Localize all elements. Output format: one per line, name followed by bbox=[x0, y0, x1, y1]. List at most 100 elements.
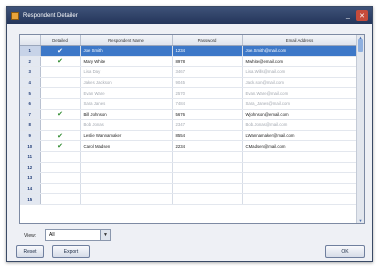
respondent-name-cell[interactable] bbox=[80, 172, 173, 184]
table-row[interactable]: 6 Sara Janes 7484 Sara_Janes@mail.com bbox=[20, 98, 358, 110]
email-cell[interactable]: Joe.Smith@mail.com bbox=[242, 45, 358, 57]
column-header-name[interactable]: Respondent Name bbox=[80, 35, 173, 46]
row-number[interactable]: 13 bbox=[20, 172, 41, 184]
row-number[interactable]: 4 bbox=[20, 77, 41, 89]
chevron-down-icon[interactable]: ▼ bbox=[100, 230, 110, 240]
table-row[interactable]: 1 ✔ Joe Smith 1234 Joe.Smith@mail.com bbox=[20, 45, 358, 57]
password-cell[interactable] bbox=[172, 183, 243, 195]
email-cell[interactable] bbox=[242, 172, 358, 184]
column-header-password[interactable]: Password bbox=[172, 35, 243, 46]
email-cell[interactable]: Wjohnson@email.com bbox=[242, 109, 358, 121]
respondent-name-cell[interactable]: Bob Jonas bbox=[80, 119, 173, 131]
password-cell[interactable]: 8554 bbox=[172, 130, 243, 142]
row-number[interactable]: 10 bbox=[20, 140, 41, 152]
detailed-checkmark-icon[interactable] bbox=[40, 162, 81, 174]
respondent-name-cell[interactable]: Leslie Wannamaker bbox=[80, 130, 173, 142]
table-row[interactable]: 15 bbox=[20, 193, 358, 205]
title-bar[interactable]: Respondent Detailer _ ✕ bbox=[7, 7, 372, 24]
table-row[interactable]: 12 bbox=[20, 162, 358, 174]
email-cell[interactable] bbox=[242, 162, 358, 174]
password-cell[interactable]: 8978 bbox=[172, 56, 243, 68]
minimize-icon[interactable]: _ bbox=[342, 10, 354, 21]
email-cell[interactable] bbox=[242, 183, 358, 195]
email-cell[interactable] bbox=[242, 193, 358, 205]
row-number[interactable]: 14 bbox=[20, 183, 41, 195]
detailed-checkmark-icon[interactable] bbox=[40, 151, 81, 163]
table-row[interactable]: 13 bbox=[20, 172, 358, 184]
email-cell[interactable] bbox=[242, 151, 358, 163]
detailed-checkmark-icon[interactable] bbox=[40, 172, 81, 184]
row-number[interactable]: 11 bbox=[20, 151, 41, 163]
table-row[interactable]: 4 Jakes Jackson 9045 Jack.son@mail.com bbox=[20, 77, 358, 89]
ok-button[interactable]: OK bbox=[325, 245, 365, 258]
password-cell[interactable]: 7484 bbox=[172, 98, 243, 110]
password-cell[interactable]: 1234 bbox=[172, 45, 243, 57]
scrollbar-thumb[interactable] bbox=[358, 39, 363, 52]
row-number[interactable]: 1 bbox=[20, 45, 41, 57]
email-cell[interactable]: Evan.Ware@mail.com bbox=[242, 87, 358, 99]
column-header-email[interactable]: Email Address bbox=[242, 35, 358, 46]
table-row[interactable]: 2 ✔ Mary White 8978 Mwhite@email.com bbox=[20, 56, 358, 68]
row-number[interactable]: 6 bbox=[20, 98, 41, 110]
respondent-name-cell[interactable] bbox=[80, 193, 173, 205]
respondent-name-cell[interactable] bbox=[80, 183, 173, 195]
reset-button[interactable]: Reset bbox=[16, 245, 44, 258]
row-number[interactable]: 12 bbox=[20, 162, 41, 174]
password-cell[interactable]: 9045 bbox=[172, 77, 243, 89]
detailed-checkmark-icon[interactable]: ✔ bbox=[40, 109, 81, 121]
detailed-checkmark-icon[interactable]: ✔ bbox=[40, 45, 81, 57]
password-cell[interactable] bbox=[172, 162, 243, 174]
table-row[interactable]: 7 ✔ Bill Johnson 5676 Wjohnson@email.com bbox=[20, 109, 358, 121]
respondent-name-cell[interactable]: Mary White bbox=[80, 56, 173, 68]
table-row[interactable]: 5 Evan Ware 2570 Evan.Ware@mail.com bbox=[20, 87, 358, 99]
respondent-name-cell[interactable]: Lisa Day bbox=[80, 66, 173, 78]
row-number[interactable]: 7 bbox=[20, 109, 41, 121]
row-number[interactable]: 9 bbox=[20, 130, 41, 142]
table-row[interactable]: 14 bbox=[20, 183, 358, 195]
table-row[interactable]: 11 bbox=[20, 151, 358, 163]
email-cell[interactable]: Mwhite@email.com bbox=[242, 56, 358, 68]
scroll-down-icon[interactable]: ▼ bbox=[357, 218, 364, 223]
email-cell[interactable]: Jack.son@mail.com bbox=[242, 77, 358, 89]
row-number[interactable]: 2 bbox=[20, 56, 41, 68]
table-row[interactable]: 10 ✔ Carol Madsen 2234 CMadsen@mail.com bbox=[20, 140, 358, 152]
detailed-checkmark-icon[interactable] bbox=[40, 193, 81, 205]
row-number[interactable]: 15 bbox=[20, 193, 41, 205]
respondent-name-cell[interactable]: Sara Janes bbox=[80, 98, 173, 110]
respondent-name-cell[interactable] bbox=[80, 162, 173, 174]
email-cell[interactable]: Lisa.Wills@mail.com bbox=[242, 66, 358, 78]
detailed-checkmark-icon[interactable]: ✔ bbox=[40, 140, 81, 152]
export-button[interactable]: Export bbox=[52, 245, 90, 258]
detailed-checkmark-icon[interactable] bbox=[40, 119, 81, 131]
email-cell[interactable]: LWannamaker@mail.com bbox=[242, 130, 358, 142]
row-number[interactable]: 5 bbox=[20, 87, 41, 99]
email-cell[interactable]: Bob.Jonas@mail.com bbox=[242, 119, 358, 131]
respondent-name-cell[interactable] bbox=[80, 151, 173, 163]
detailed-checkmark-icon[interactable] bbox=[40, 183, 81, 195]
password-cell[interactable]: 5676 bbox=[172, 109, 243, 121]
column-header-detailed[interactable]: Detailed bbox=[40, 35, 81, 46]
detailed-checkmark-icon[interactable] bbox=[40, 87, 81, 99]
detailed-checkmark-icon[interactable]: ✔ bbox=[40, 56, 81, 68]
detailed-checkmark-icon[interactable]: ✔ bbox=[40, 130, 81, 142]
vertical-scrollbar[interactable]: ▲ ▼ bbox=[356, 35, 364, 223]
password-cell[interactable]: 3467 bbox=[172, 66, 243, 78]
close-icon[interactable]: ✕ bbox=[356, 10, 368, 21]
password-cell[interactable]: 2570 bbox=[172, 87, 243, 99]
password-cell[interactable]: 2234 bbox=[172, 140, 243, 152]
table-row[interactable]: 3 Lisa Day 3467 Lisa.Wills@mail.com bbox=[20, 66, 358, 78]
respondent-name-cell[interactable]: Bill Johnson bbox=[80, 109, 173, 121]
password-cell[interactable] bbox=[172, 151, 243, 163]
detailed-checkmark-icon[interactable] bbox=[40, 98, 81, 110]
respondent-name-cell[interactable]: Evan Ware bbox=[80, 87, 173, 99]
row-number[interactable]: 3 bbox=[20, 66, 41, 78]
respondent-name-cell[interactable]: Joe Smith bbox=[80, 45, 173, 57]
view-select[interactable]: All ▼ bbox=[45, 229, 111, 241]
email-cell[interactable]: Sara_Janes@mail.com bbox=[242, 98, 358, 110]
row-number[interactable]: 8 bbox=[20, 119, 41, 131]
detailed-checkmark-icon[interactable] bbox=[40, 77, 81, 89]
password-cell[interactable] bbox=[172, 193, 243, 205]
password-cell[interactable]: 2347 bbox=[172, 119, 243, 131]
password-cell[interactable] bbox=[172, 172, 243, 184]
detailed-checkmark-icon[interactable] bbox=[40, 66, 81, 78]
